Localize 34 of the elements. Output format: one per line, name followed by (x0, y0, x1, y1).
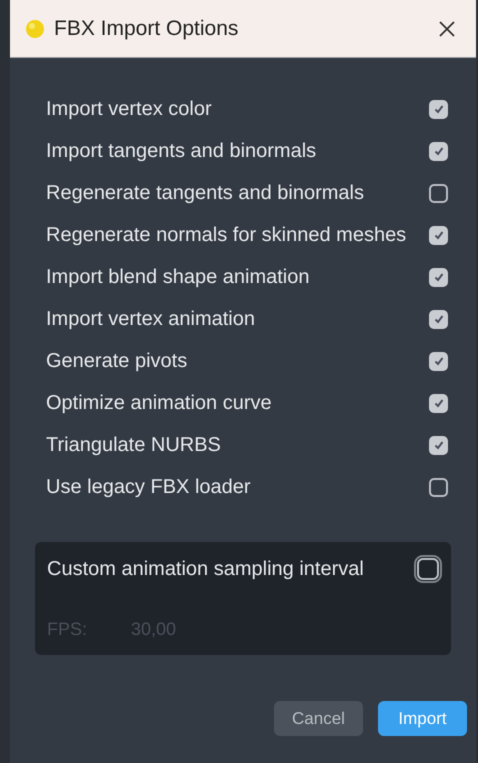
checkbox[interactable] (429, 352, 448, 370)
import-button[interactable]: Import (378, 701, 467, 736)
option-label: Optimize animation curve (46, 391, 272, 416)
checkbox[interactable] (429, 184, 448, 202)
cancel-button[interactable]: Cancel (274, 701, 363, 736)
check-icon (434, 146, 444, 156)
checkbox[interactable] (429, 226, 448, 244)
check-icon (434, 356, 444, 366)
checkbox[interactable] (429, 142, 448, 160)
app-logo-icon (24, 18, 46, 40)
option-label: Use legacy FBX loader (46, 475, 251, 500)
check-icon (434, 272, 444, 282)
window-title: FBX Import Options (54, 16, 238, 42)
checkbox[interactable] (429, 394, 448, 412)
check-icon (434, 398, 444, 408)
option-label: Custom animation sampling interval (47, 557, 364, 582)
check-icon (434, 104, 444, 114)
checkbox[interactable] (429, 310, 448, 328)
option-label: Import vertex color (46, 97, 212, 122)
option-label: Regenerate normals for skinned meshes (46, 223, 406, 248)
checkbox[interactable] (429, 268, 448, 286)
check-icon (434, 440, 444, 450)
check-icon (434, 230, 444, 240)
checkbox[interactable] (429, 478, 448, 496)
check-icon (434, 314, 444, 324)
checkbox[interactable] (429, 436, 448, 454)
option-label: Import blend shape animation (46, 265, 310, 290)
checkbox[interactable] (429, 100, 448, 118)
option-label: Import tangents and binormals (46, 139, 316, 164)
option-label: Import vertex animation (46, 307, 255, 332)
close-icon (438, 20, 456, 38)
option-label: Regenerate tangents and binormals (46, 181, 364, 206)
option-label: Generate pivots (46, 349, 188, 374)
option-label: Triangulate NURBS (46, 433, 221, 458)
